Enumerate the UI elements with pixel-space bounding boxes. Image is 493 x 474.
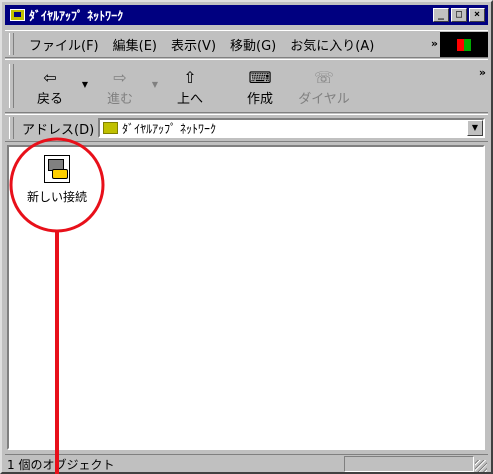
menu-favorites[interactable]: お気に入り(A) — [283, 35, 381, 54]
forward-arrow-icon: ⇨ — [113, 68, 127, 87]
explorer-window: ﾀﾞｲﾔﾙｱｯﾌﾟ ﾈｯﾄﾜｰｸ _ □ × ファイル(F) 編集(E) 表示(… — [0, 0, 493, 474]
up-label: 上へ — [176, 92, 203, 107]
windows-logo-icon — [440, 32, 488, 57]
menu-view[interactable]: 表示(V) — [164, 35, 223, 54]
status-panel — [344, 456, 474, 472]
forward-label: 進む — [106, 92, 133, 107]
forward-button[interactable]: ⇨ 進む — [92, 68, 148, 107]
back-button[interactable]: ⇦ 戻る — [22, 68, 78, 107]
address-grip[interactable] — [9, 117, 14, 139]
folder-content-pane[interactable]: 新しい接続 — [7, 145, 485, 450]
dial-label: ダイヤル — [298, 92, 350, 107]
make-new-connection-icon — [42, 153, 72, 185]
forward-dropdown-button[interactable]: ▼ — [148, 80, 162, 89]
maximize-button[interactable]: □ — [451, 8, 467, 22]
status-bar: 1 個のオブジェクト — [5, 454, 488, 473]
menu-edit[interactable]: 編集(E) — [106, 35, 164, 54]
title-bar[interactable]: ﾀﾞｲﾔﾙｱｯﾌﾟ ﾈｯﾄﾜｰｸ _ □ × — [5, 5, 488, 25]
address-value: ﾀﾞｲﾔﾙｱｯﾌﾟ ﾈｯﾄﾜｰｸ — [122, 121, 216, 136]
back-arrow-icon: ⇦ — [43, 68, 57, 87]
standard-toolbar: ⇦ 戻る ▼ ⇨ 進む ▼ ⇧ 上へ ⌨ 作成 ☏ ダイヤル » — [5, 59, 488, 113]
new-connection-label: 新しい接続 — [26, 190, 87, 204]
toolbar-chevron-button[interactable]: » — [479, 66, 486, 79]
address-input[interactable]: ﾀﾞｲﾔﾙｱｯﾌﾟ ﾈｯﾄﾜｰｸ ▼ — [98, 118, 485, 138]
dial-phone-icon: ☏ — [313, 68, 334, 87]
back-dropdown-button[interactable]: ▼ — [78, 80, 92, 89]
menu-grip[interactable] — [9, 33, 14, 55]
resize-grip-icon[interactable] — [475, 460, 487, 472]
window-title: ﾀﾞｲﾔﾙｱｯﾌﾟ ﾈｯﾄﾜｰｸ — [29, 8, 124, 23]
make-new-connection-icon: ⌨ — [248, 68, 272, 87]
new-connection-item[interactable]: 新しい接続 — [17, 153, 97, 205]
dialup-folder-icon — [10, 9, 25, 21]
up-button[interactable]: ⇧ 上へ — [162, 68, 218, 107]
address-label: アドレス(D) — [22, 122, 95, 138]
dialup-folder-icon — [103, 122, 119, 134]
status-text: 1 個のオブジェクト — [7, 457, 115, 472]
menu-file[interactable]: ファイル(F) — [22, 35, 106, 54]
address-bar: アドレス(D) ﾀﾞｲﾔﾙｱｯﾌﾟ ﾈｯﾄﾜｰｸ ▼ — [5, 114, 488, 142]
menu-go[interactable]: 移動(G) — [223, 35, 283, 54]
address-dropdown-button[interactable]: ▼ — [467, 120, 483, 136]
create-button[interactable]: ⌨ 作成 — [232, 68, 288, 107]
create-label: 作成 — [246, 92, 273, 107]
close-button[interactable]: × — [469, 8, 485, 22]
menu-bar: ファイル(F) 編集(E) 表示(V) 移動(G) お気に入り(A) » — [5, 30, 488, 58]
back-label: 戻る — [36, 92, 63, 107]
dial-button[interactable]: ☏ ダイヤル — [296, 68, 352, 107]
up-folder-icon: ⇧ — [183, 68, 197, 87]
menu-chevron-button[interactable]: » — [431, 37, 438, 50]
minimize-button[interactable]: _ — [433, 8, 449, 22]
toolbar-grip[interactable] — [9, 64, 14, 108]
